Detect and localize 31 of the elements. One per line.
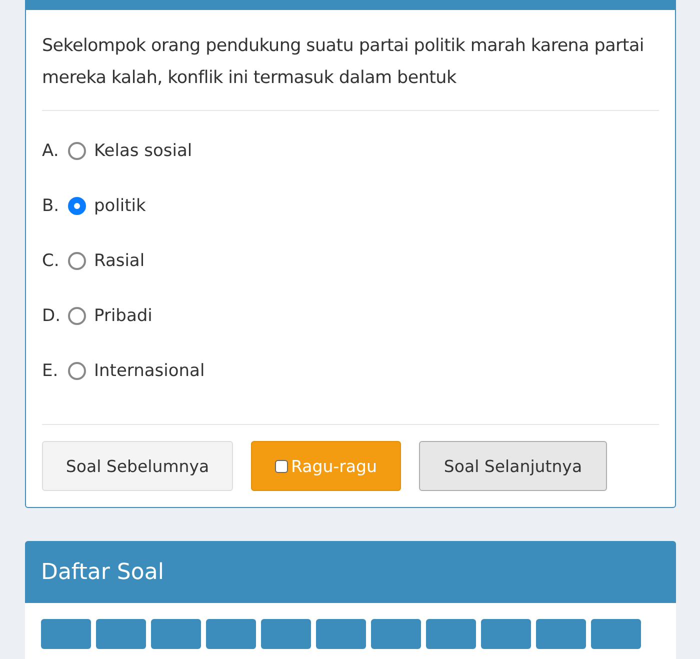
option-letter: E. (42, 360, 60, 380)
question-number-button[interactable] (206, 619, 256, 649)
next-question-button[interactable]: Soal Selanjutnya (419, 441, 607, 491)
option-label[interactable]: Internasional (94, 360, 205, 380)
question-number-button[interactable] (371, 619, 421, 649)
option-label[interactable]: Pribadi (94, 306, 152, 326)
option-letter: B. (42, 196, 60, 216)
question-number-button[interactable] (316, 619, 366, 649)
question-list-title: Daftar Soal (41, 560, 164, 584)
option-letter: C. (42, 250, 60, 270)
question-number-button[interactable] (536, 619, 586, 649)
question-number-button[interactable] (426, 619, 476, 649)
doubt-checkbox[interactable] (275, 460, 288, 472)
radio-button[interactable] (68, 306, 86, 324)
question-number-button[interactable] (151, 619, 201, 649)
question-number-button[interactable] (481, 619, 531, 649)
radio-button[interactable] (68, 252, 86, 270)
question-number-button[interactable] (591, 619, 641, 649)
question-text: Sekelompok orang pendukung suatu partai politik marah karena partai mereka kalah, konflik ini termasuk dalam bentuk (42, 35, 645, 90)
option-letter: D. (42, 306, 62, 326)
radio-button[interactable] (68, 362, 86, 380)
question-number-button[interactable] (41, 619, 91, 649)
option-label[interactable]: politik (94, 196, 146, 216)
radio-button[interactable] (68, 196, 86, 214)
option-label[interactable]: Kelas sosial (94, 140, 192, 160)
previous-question-button[interactable]: Soal Sebelumnya (42, 441, 233, 491)
radio-button[interactable] (68, 142, 86, 160)
option-letter: A. (42, 140, 60, 160)
option-label[interactable]: Rasial (94, 250, 145, 270)
question-number-button[interactable] (96, 619, 146, 649)
question-number-button[interactable] (261, 619, 311, 649)
